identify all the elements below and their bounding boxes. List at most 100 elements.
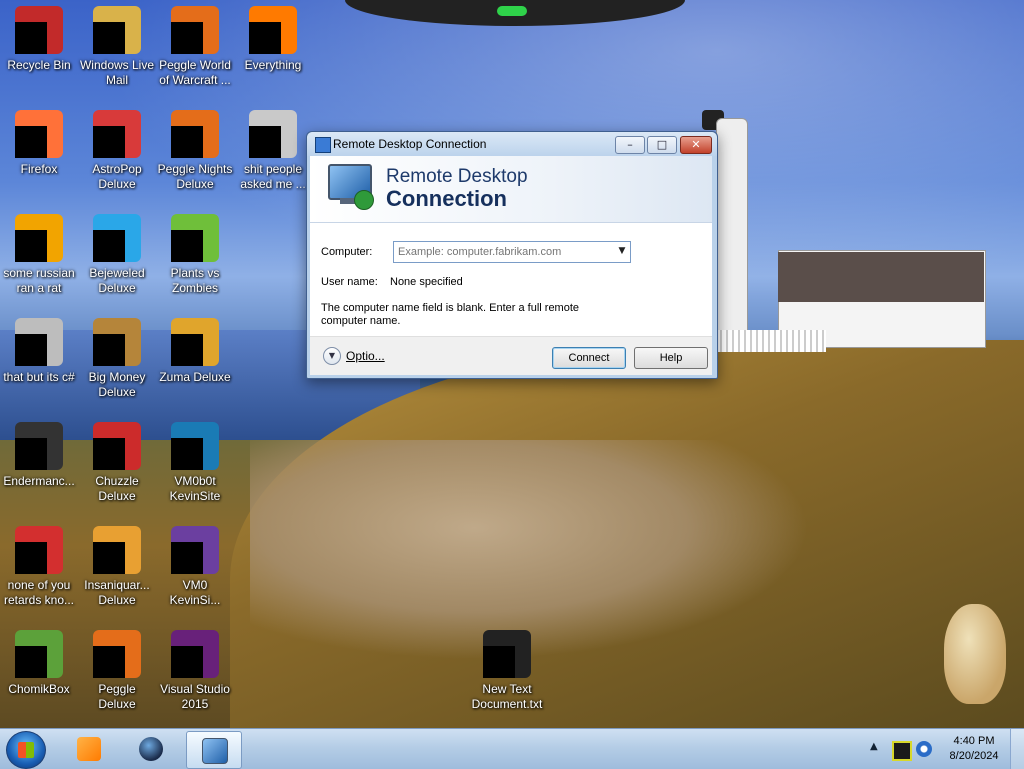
desktop-icon[interactable]: Peggle World of Warcraft ... <box>156 6 234 88</box>
desktop-icon-label: Windows Live Mail <box>79 58 155 87</box>
console-icon <box>15 422 63 470</box>
desktop-icon[interactable]: that but its c# <box>0 318 78 385</box>
redaction-box <box>15 334 47 366</box>
redaction-box <box>171 22 203 54</box>
astropop-icon <box>93 110 141 158</box>
desktop-icon[interactable]: Zuma Deluxe <box>156 318 234 385</box>
rdc-titlebar[interactable]: Remote Desktop Connection – □ ✕ <box>307 132 717 156</box>
status-message: The computer name field is blank. Enter … <box>321 302 580 327</box>
redaction-box <box>171 438 203 470</box>
desktop-icon[interactable]: VM0b0t KevinSite <box>156 422 234 504</box>
chevron-down-icon[interactable]: ▼ <box>616 245 628 257</box>
remote-desktop-icon <box>202 738 228 764</box>
hamster-decoration <box>944 604 1006 704</box>
show-desktop-button[interactable] <box>1010 729 1024 769</box>
wallpaper-fence <box>716 330 826 352</box>
desktop-icon[interactable]: Endermanc... <box>0 422 78 489</box>
zuma-icon <box>171 318 219 366</box>
rdc-banner: Remote Desktop Connection <box>310 156 712 223</box>
desktop-icon[interactable]: Visual Studio 2015 <box>156 630 234 712</box>
redaction-box <box>171 542 203 574</box>
desktop-icon-label: VM0b0t KevinSite <box>169 474 221 503</box>
desktop-icon[interactable]: Plants vs Zombies <box>156 214 234 296</box>
gadget-indicator <box>497 6 527 16</box>
start-button[interactable] <box>6 731 46 769</box>
desktop-icon-label: Plants vs Zombies <box>170 266 220 295</box>
desktop-icon[interactable]: VM0 KevinSi... <box>156 526 234 608</box>
copy-icon <box>15 318 63 366</box>
moneybag-icon <box>93 318 141 366</box>
desktop-icon-label: that but its c# <box>3 370 75 384</box>
chomikbox-icon <box>15 630 63 678</box>
desktop-icon[interactable]: Bejeweled Deluxe <box>78 214 156 296</box>
redaction-box <box>93 230 125 262</box>
desktop-icon[interactable]: Insaniquar... Deluxe <box>78 526 156 608</box>
flower-icon <box>171 214 219 262</box>
maximize-button[interactable]: □ <box>647 136 677 154</box>
desktop-icon[interactable]: ChomikBox <box>0 630 78 697</box>
desktop-icon[interactable]: Everything <box>234 6 312 73</box>
firefox-icon <box>15 110 63 158</box>
gem-icon <box>93 214 141 262</box>
rdc-window-title: Remote Desktop Connection <box>333 137 487 151</box>
taskbar-globe-app[interactable] <box>124 731 178 767</box>
peggle-icon <box>171 6 219 54</box>
desktop-icon[interactable]: New Text Document.txt <box>468 630 546 712</box>
desktop-icon[interactable]: AstroPop Deluxe <box>78 110 156 192</box>
desktop-icon[interactable]: shit people asked me ... <box>234 110 312 192</box>
recycle-bin-icon <box>15 6 63 54</box>
redaction-box <box>15 22 47 54</box>
redaction-box <box>15 542 47 574</box>
desktop-icon[interactable]: Peggle Nights Deluxe <box>156 110 234 192</box>
visual-studio-icon <box>171 630 219 678</box>
desktop-icon-label: none of you retards kno... <box>3 578 75 607</box>
desktop-icon[interactable]: some russian ran a rat <box>0 214 78 296</box>
computer-label: Computer: <box>321 246 373 258</box>
redaction-box <box>249 126 281 158</box>
rdc-app-icon <box>315 137 331 153</box>
desktop-icon[interactable]: Big Money Deluxe <box>78 318 156 400</box>
desktop-icon-label: VM0 KevinSi... <box>169 578 221 607</box>
desktop-icon-label: shit people asked me ... <box>240 162 306 191</box>
close-icon: ✕ <box>691 138 701 151</box>
wallpaper-rocks <box>250 440 810 660</box>
desktop-icon[interactable]: Firefox <box>0 110 78 177</box>
computer-input[interactable] <box>396 243 610 261</box>
redaction-box <box>171 230 203 262</box>
connect-button[interactable]: Connect <box>552 347 626 369</box>
tray-app-icon[interactable] <box>892 741 912 761</box>
tray-overflow-icon[interactable]: ▲ <box>870 741 878 752</box>
redaction-box <box>15 126 47 158</box>
opera-icon <box>15 526 63 574</box>
desktop-icon[interactable]: Windows Live Mail <box>78 6 156 88</box>
expand-icon[interactable]: ▼ <box>323 347 341 365</box>
redaction-box <box>93 542 125 574</box>
desktop-icon[interactable]: Chuzzle Deluxe <box>78 422 156 504</box>
desktop-icon[interactable]: Peggle Deluxe <box>78 630 156 712</box>
desktop-icon-label: Visual Studio 2015 <box>160 682 230 711</box>
taskbar-clock[interactable]: 4:40 PM 8/20/2024 <box>944 734 1004 764</box>
insaniquarium-icon <box>93 526 141 574</box>
redaction-box <box>93 646 125 678</box>
folder-icon <box>249 110 297 158</box>
media-player-icon <box>77 737 101 761</box>
computer-combobox[interactable]: ▼ <box>393 241 631 263</box>
desktop-icon[interactable]: none of you retards kno... <box>0 526 78 608</box>
desktop-icon-label: Recycle Bin <box>7 58 71 72</box>
close-button[interactable]: ✕ <box>680 136 712 154</box>
network-icon[interactable] <box>916 741 932 757</box>
taskbar-remote-desktop[interactable] <box>186 731 242 769</box>
redaction-box <box>483 646 515 678</box>
desktop-icon[interactable]: Recycle Bin <box>0 6 78 73</box>
desktop-icon-label: ChomikBox <box>8 682 70 696</box>
minimize-button[interactable]: – <box>615 136 645 154</box>
options-label[interactable]: Optio... <box>346 349 385 363</box>
redaction-box <box>93 22 125 54</box>
minimize-icon: – <box>627 138 633 151</box>
taskbar-media-player[interactable] <box>62 731 116 767</box>
help-button[interactable]: Help <box>634 347 708 369</box>
redaction-box <box>93 334 125 366</box>
rdc-window: Remote Desktop Connection – □ ✕ Remote D… <box>306 131 718 379</box>
desktop: Recycle Bin Windows Live Mail Peggle World… <box>0 0 1024 728</box>
username-value: None specified <box>390 276 463 288</box>
